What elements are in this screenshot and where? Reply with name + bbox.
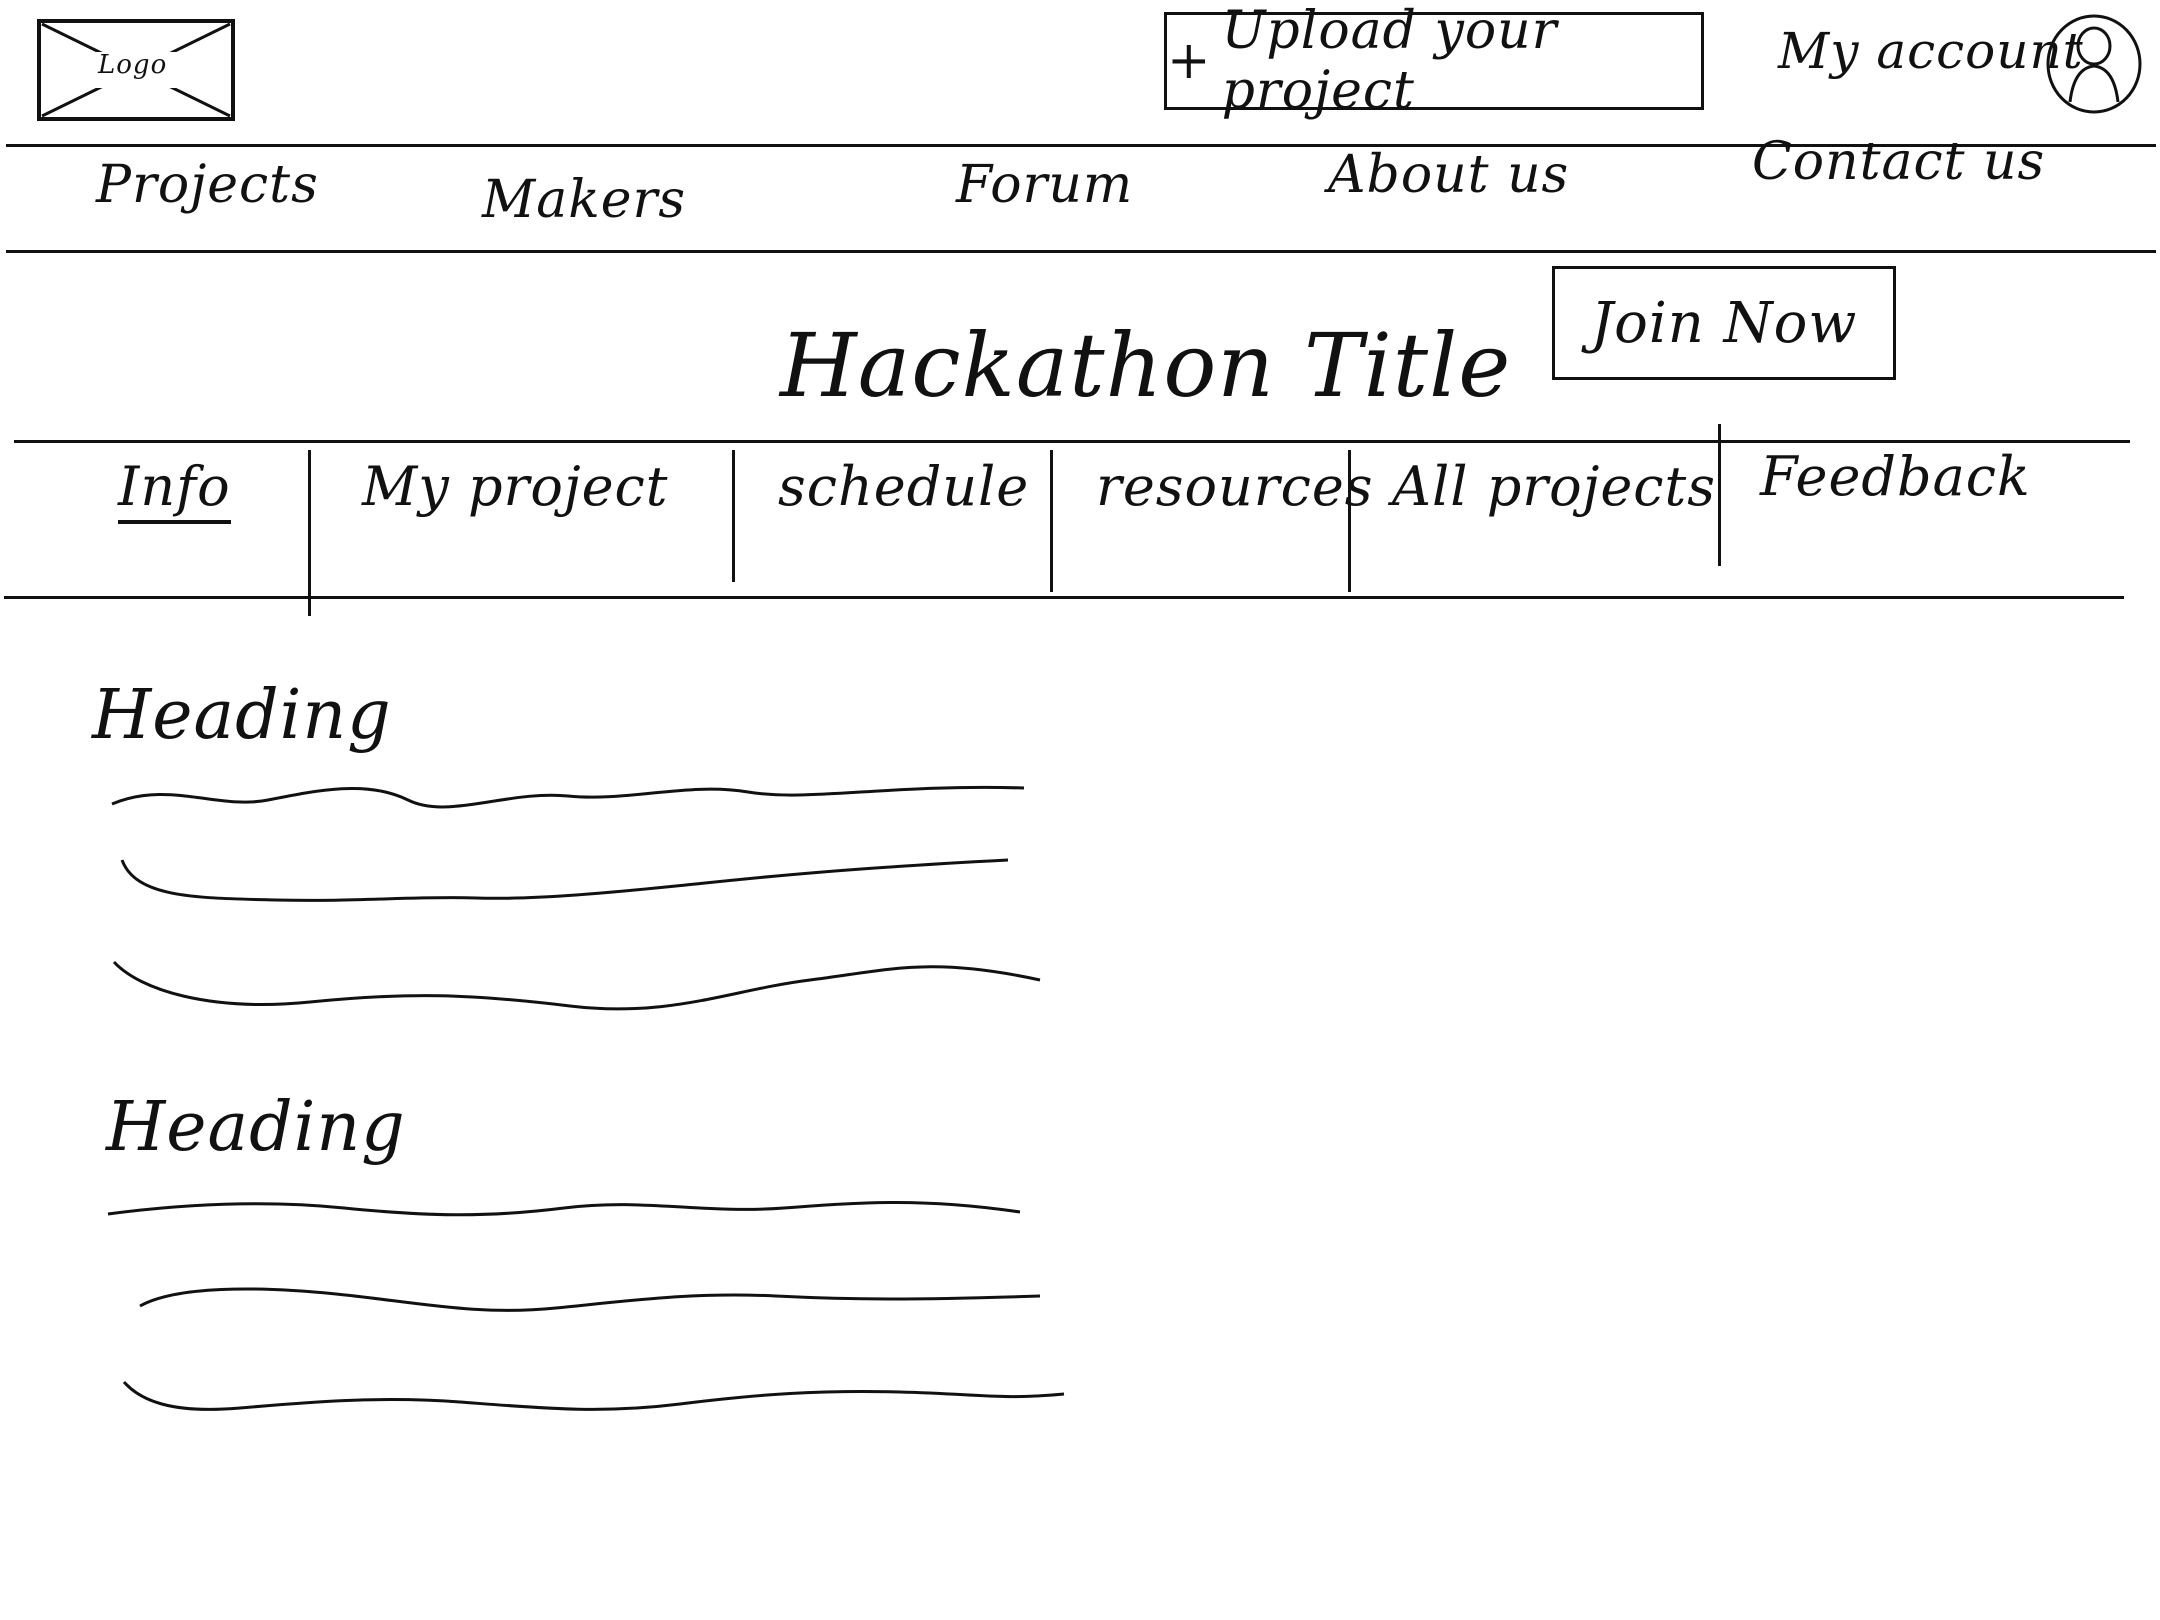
tab-separator: [1718, 424, 1721, 566]
tab-all-projects[interactable]: All projects: [1392, 455, 1716, 518]
nav-forum[interactable]: Forum: [956, 155, 1133, 215]
nav-contact-us[interactable]: Contact us: [1752, 132, 2045, 192]
join-now-button[interactable]: Join Now: [1552, 266, 1896, 380]
join-now-label: Join Now: [1590, 290, 1858, 356]
tabs-top-border: [14, 440, 2130, 443]
placeholder-text-line: [107, 1201, 1021, 1217]
tab-my-project[interactable]: My project: [362, 455, 669, 518]
tab-separator: [1348, 450, 1351, 592]
plus-icon: +: [1167, 31, 1212, 91]
my-account-link[interactable]: My account: [1778, 22, 2084, 80]
section-heading: Heading: [106, 1088, 406, 1167]
logo-label: Logo: [98, 50, 168, 80]
tabs-bottom-border: [4, 596, 2124, 599]
placeholder-text-line: [139, 1287, 1041, 1312]
tab-separator: [732, 450, 735, 582]
tab-separator: [1050, 450, 1053, 592]
hackathon-title: Hackathon Title: [780, 314, 1512, 417]
nav-makers[interactable]: Makers: [482, 170, 686, 230]
nav-projects[interactable]: Projects: [96, 155, 319, 215]
tab-schedule[interactable]: schedule: [778, 455, 1029, 518]
nav-divider: [6, 250, 2156, 253]
placeholder-text-line: [122, 1381, 1065, 1411]
tab-info[interactable]: Info: [118, 455, 231, 524]
upload-project-label: Upload your project: [1221, 1, 1558, 121]
placeholder-text-line: [120, 858, 1009, 902]
tab-resources[interactable]: resources: [1096, 455, 1374, 518]
user-avatar-icon[interactable]: [2044, 10, 2144, 116]
placeholder-text-line: [111, 785, 1025, 809]
tab-feedback[interactable]: Feedback: [1760, 445, 2031, 508]
tab-separator: [308, 450, 311, 616]
placeholder-text-line: [112, 960, 1041, 1011]
section-heading: Heading: [92, 676, 392, 755]
nav-about-us[interactable]: About us: [1328, 145, 1569, 205]
upload-project-button[interactable]: + Upload your project: [1164, 1, 1704, 121]
